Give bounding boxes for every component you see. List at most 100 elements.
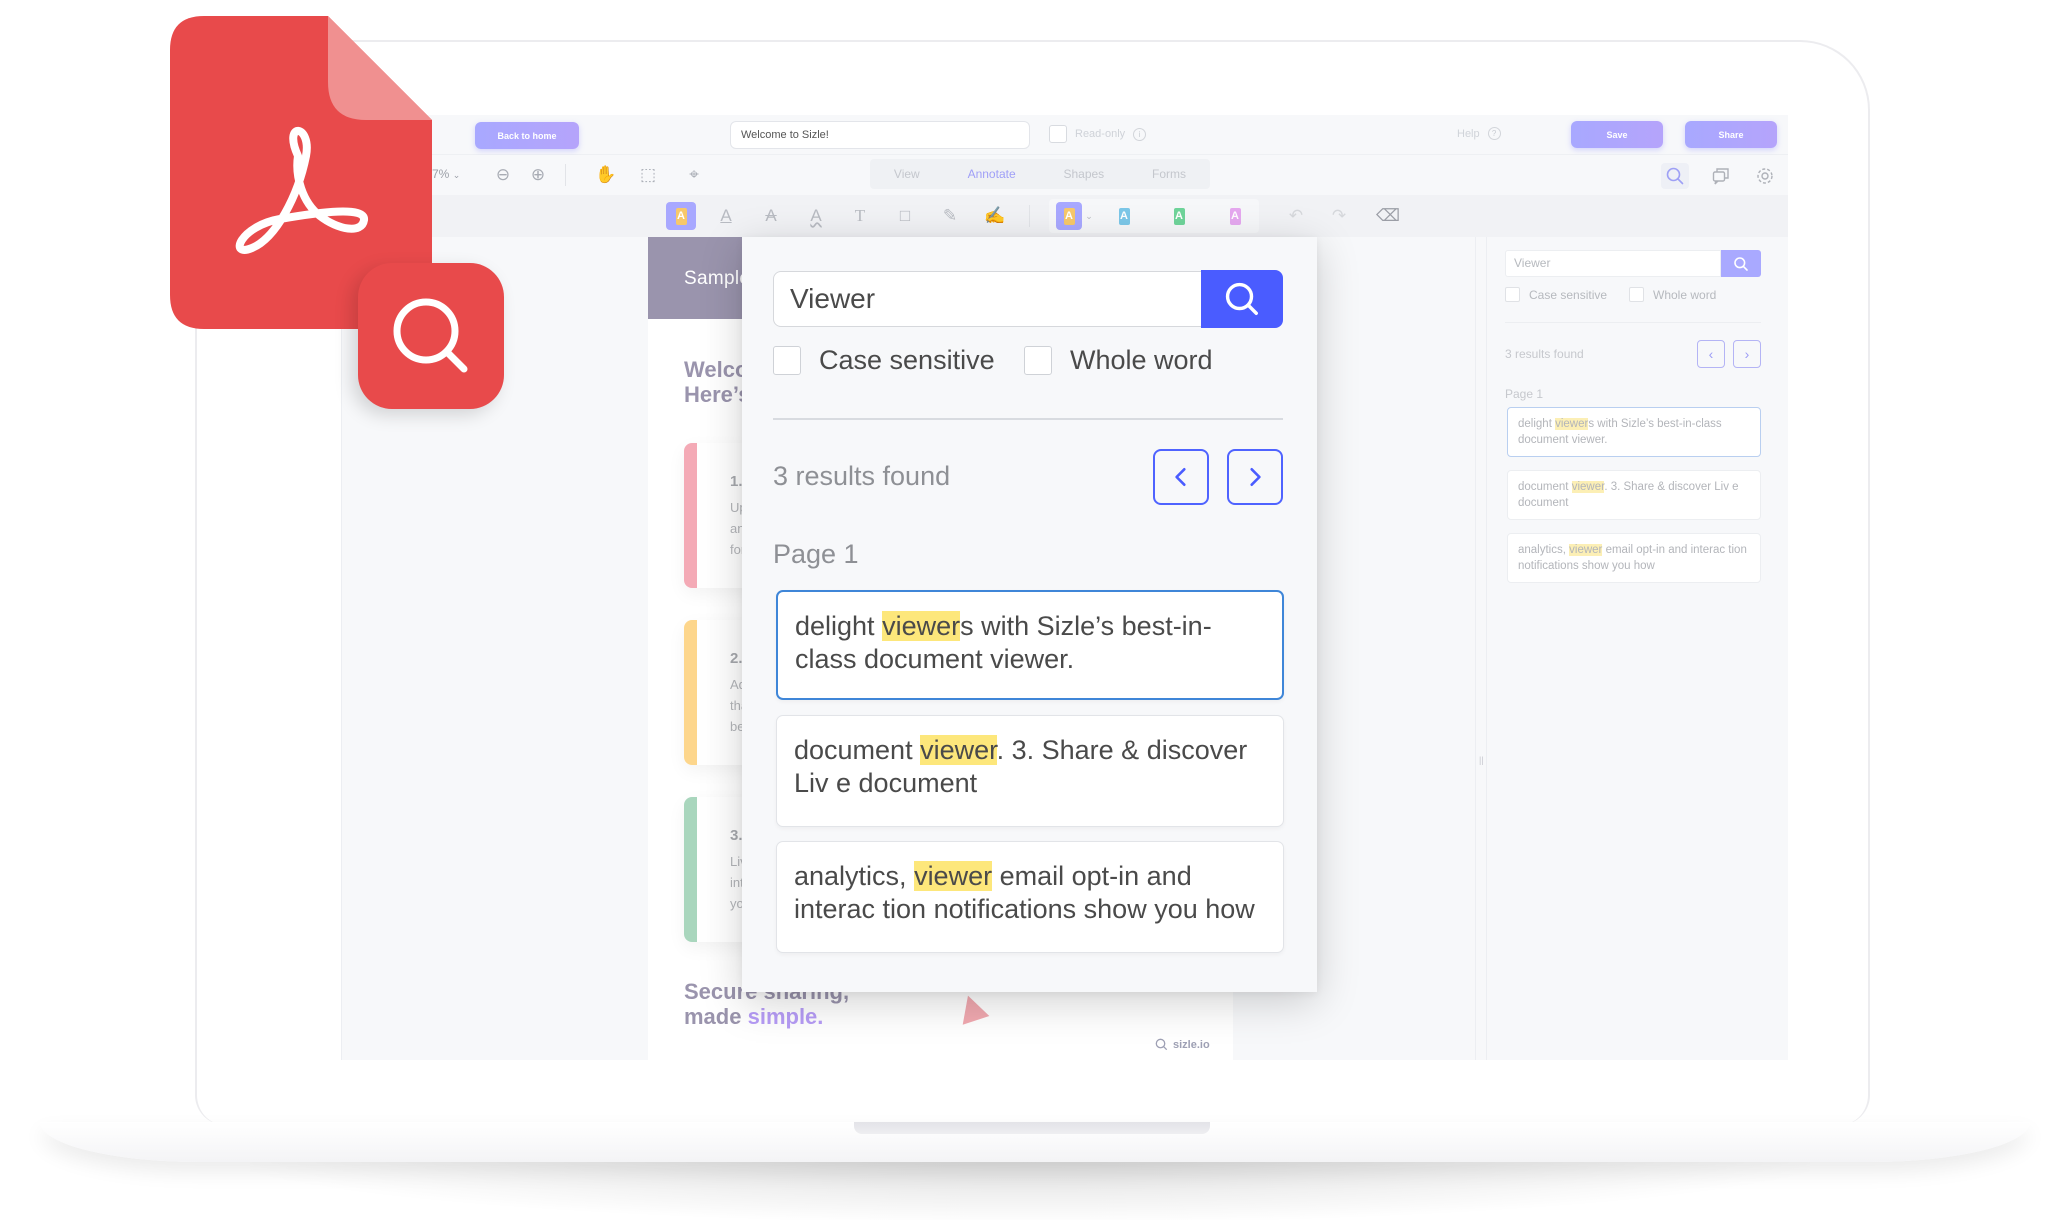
marquee-select-icon[interactable]: ⬚ xyxy=(637,165,659,185)
squiggly-tool[interactable]: A xyxy=(801,202,831,230)
comments-icon xyxy=(1712,168,1729,185)
highlight-tool[interactable]: A xyxy=(666,202,696,230)
case-sensitive-option[interactable]: Case sensitive xyxy=(773,345,995,376)
side-case-sensitive-checkbox[interactable] xyxy=(1505,287,1520,302)
divider xyxy=(773,418,1283,420)
highlight-color-picker[interactable]: A xyxy=(1056,202,1082,230)
search-result-item[interactable]: document viewer. 3. Share & discover Liv… xyxy=(776,715,1284,827)
result-text-before: delight xyxy=(795,611,883,641)
side-result-item[interactable]: analytics, viewer email opt-in and inter… xyxy=(1507,533,1761,583)
result-match: viewer xyxy=(914,861,993,891)
side-whole-word-checkbox[interactable] xyxy=(1629,287,1644,302)
document-title-input[interactable]: Welcome to Sizle! xyxy=(730,121,1030,149)
magnifier-icon xyxy=(393,298,468,373)
undo-button[interactable]: ↶ xyxy=(1281,202,1311,230)
sizle-logo-icon xyxy=(1155,1038,1168,1051)
zoom-level-select[interactable]: 7% ⌄ xyxy=(432,167,460,181)
highlight-green[interactable]: A xyxy=(1164,202,1194,230)
secure-line-2: made simple. xyxy=(684,1004,849,1029)
side-search-button[interactable] xyxy=(1721,250,1761,277)
next-result-button[interactable] xyxy=(1227,449,1283,505)
help-label: Help xyxy=(1457,127,1480,140)
info-icon[interactable]: i xyxy=(1133,127,1147,141)
text-tool[interactable]: T xyxy=(845,202,875,230)
back-to-home-button[interactable]: Back to home xyxy=(475,122,579,149)
search-button[interactable] xyxy=(1201,270,1283,328)
search-input[interactable]: Viewer xyxy=(773,271,1203,327)
result-text-before: delight xyxy=(1518,418,1556,430)
whole-word-checkbox[interactable] xyxy=(1024,346,1052,375)
side-result-item[interactable]: document viewer. 3. Share & discover Liv… xyxy=(1507,470,1761,520)
secure-line-2-accent: simple. xyxy=(747,1004,824,1029)
chevron-down-icon[interactable]: ⌄ xyxy=(1082,202,1096,230)
search-panel-toggle[interactable] xyxy=(1661,163,1689,189)
annotation-toolbar: A A A A T □ ✎ ✍ A ⌄ A A A ↶ ↷ ⌫ xyxy=(277,195,1788,237)
save-button[interactable]: Save xyxy=(1571,121,1663,148)
zoom-out-icon[interactable]: ⊖ xyxy=(492,165,514,185)
card-accent-bar xyxy=(684,797,697,942)
comments-button[interactable] xyxy=(1707,163,1735,189)
tab-forms[interactable]: Forms xyxy=(1152,167,1186,181)
whole-word-option[interactable]: Whole word xyxy=(1024,345,1213,376)
panel-resize-handle[interactable]: || xyxy=(1475,237,1487,1060)
whole-word-label: Whole word xyxy=(1070,345,1213,375)
highlight-pink[interactable]: A xyxy=(1220,202,1250,230)
main-toolbar: 7% ⌄ ⊖ ⊕ ✋ ⬚ ⌖ View Annotate Shapes Form… xyxy=(277,155,1788,195)
eraser-button[interactable]: ⌫ xyxy=(1373,202,1403,230)
underline-tool[interactable]: A xyxy=(711,202,741,230)
secure-line-2-prefix: made xyxy=(684,1004,748,1029)
side-search-input[interactable]: Viewer xyxy=(1505,250,1721,277)
side-whole-word-label: Whole word xyxy=(1653,287,1717,302)
readonly-toggle[interactable]: Read-only i xyxy=(1049,125,1147,143)
pink-highlight-icon: A xyxy=(1229,207,1241,225)
highlight-text-icon: A xyxy=(675,207,687,225)
tab-annotate[interactable]: Annotate xyxy=(968,167,1016,181)
side-prev-result-button[interactable]: ‹ xyxy=(1697,340,1725,368)
help-link[interactable]: Help ? xyxy=(1457,127,1501,140)
text-icon: T xyxy=(854,206,866,225)
search-result-item[interactable]: analytics, viewer email opt-in and inter… xyxy=(776,841,1284,953)
rectangle-tool[interactable]: □ xyxy=(890,202,920,230)
side-whole-word[interactable]: Whole word xyxy=(1629,287,1716,302)
results-count: 3 results found xyxy=(773,461,951,491)
redo-button[interactable]: ↷ xyxy=(1324,202,1354,230)
search-badge xyxy=(358,263,504,409)
signature-icon: ✍ xyxy=(984,206,1006,225)
result-match: viewer xyxy=(1555,418,1589,430)
card-accent-bar xyxy=(684,443,697,588)
top-bar: Back to home Welcome to Sizle! Read-only… xyxy=(277,115,1788,155)
pen-tool[interactable]: ✎ xyxy=(935,202,965,230)
share-button[interactable]: Share xyxy=(1685,121,1777,148)
zoom-level-value: 7% xyxy=(432,167,450,181)
chevron-left-icon xyxy=(1175,467,1186,487)
chevron-left-icon: ‹ xyxy=(1708,346,1714,362)
search-result-item[interactable]: delight viewers with Sizle’s best-in-cla… xyxy=(776,590,1284,700)
crop-icon[interactable]: ⌖ xyxy=(683,165,705,185)
signature-tool[interactable]: ✍ xyxy=(980,202,1010,230)
toolbar-divider xyxy=(565,164,566,186)
search-icon xyxy=(1734,256,1748,271)
highlight-blue[interactable]: A xyxy=(1109,202,1139,230)
result-match: viewer xyxy=(1571,481,1605,493)
side-next-result-button[interactable]: › xyxy=(1733,340,1761,368)
blue-highlight-icon: A xyxy=(1118,207,1130,225)
eraser-icon: ⌫ xyxy=(1375,206,1401,225)
search-side-panel: Viewer Case sensitive Whole word 3 resul… xyxy=(1489,237,1788,1060)
pan-hand-icon[interactable]: ✋ xyxy=(595,165,617,185)
laptop-notch xyxy=(854,1122,1210,1134)
zoom-in-icon[interactable]: ⊕ xyxy=(527,165,549,185)
case-sensitive-checkbox[interactable] xyxy=(773,346,801,375)
readonly-checkbox[interactable] xyxy=(1049,125,1067,143)
chevron-right-icon xyxy=(1250,467,1261,487)
side-case-sensitive[interactable]: Case sensitive xyxy=(1505,287,1607,302)
tab-view[interactable]: View xyxy=(894,167,920,181)
strikethrough-tool[interactable]: A xyxy=(756,202,786,230)
side-result-item[interactable]: delight viewers with Sizle’s best-in-cla… xyxy=(1507,407,1761,457)
tab-shapes[interactable]: Shapes xyxy=(1063,167,1104,181)
result-text-before: document xyxy=(794,735,921,765)
result-match: viewer xyxy=(1569,544,1603,556)
settings-button[interactable] xyxy=(1751,163,1779,189)
undo-icon: ↶ xyxy=(1288,206,1304,225)
prev-result-button[interactable] xyxy=(1153,449,1209,505)
green-highlight-icon: A xyxy=(1173,207,1185,225)
